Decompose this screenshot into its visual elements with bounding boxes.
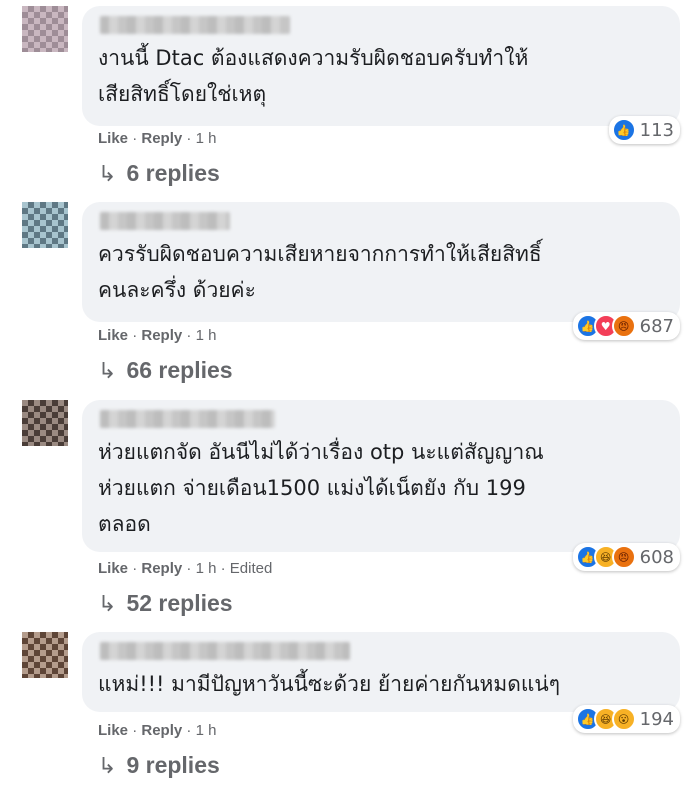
author-name-blurred[interactable] bbox=[100, 410, 275, 428]
timestamp[interactable]: 1 h bbox=[196, 722, 217, 739]
avatar[interactable] bbox=[22, 400, 68, 446]
angry-reaction-icon: 😠 bbox=[611, 545, 636, 569]
comment-text: ควรรับผิดชอบความเสียหายจากการทำให้เสียสิ… bbox=[98, 242, 542, 302]
comment-bubble: แหม่!!! มามีปัญหาวันนี้ซะด้วย ย้ายค่ายกั… bbox=[82, 632, 680, 733]
reply-arrow-icon: ↳ bbox=[98, 161, 117, 186]
timestamp[interactable]: 1 h bbox=[196, 327, 217, 344]
reaction-count: 113 bbox=[639, 119, 674, 141]
angry-reaction-icon: 😠 bbox=[611, 314, 636, 338]
like-link[interactable]: Like bbox=[98, 722, 128, 739]
like-link[interactable]: Like bbox=[98, 327, 128, 344]
wow-reaction-icon: 😮 bbox=[611, 707, 636, 731]
reply-arrow-icon: ↳ bbox=[98, 591, 117, 616]
author-name-blurred[interactable] bbox=[100, 16, 290, 34]
view-replies-link[interactable]: ↳ 52 replies bbox=[98, 590, 233, 617]
reaction-summary[interactable]: 👍 😆 😠 608 bbox=[572, 543, 680, 571]
reaction-summary[interactable]: 👍 ♥ 😠 687 bbox=[572, 312, 680, 340]
view-replies-link[interactable]: ↳ 6 replies bbox=[98, 160, 220, 187]
avatar[interactable] bbox=[22, 632, 68, 678]
comment-bubble: ห่วยแตกจัด อันนีไม่ได้ว่าเรื่อง otp นะแต… bbox=[82, 400, 680, 571]
like-reaction-icon: 👍 bbox=[611, 118, 636, 142]
comment-text: แหม่!!! มามีปัญหาวันนี้ซะด้วย ย้ายค่ายกั… bbox=[98, 672, 561, 696]
comment-bubble: งานนี้ Dtac ต้องแสดงความรับผิดชอบครับทำใ… bbox=[82, 6, 680, 144]
reply-link[interactable]: Reply bbox=[141, 722, 182, 739]
comment-actions: Like · Reply · 1 h bbox=[98, 130, 217, 147]
reply-link[interactable]: Reply bbox=[141, 560, 182, 577]
comment-actions: Like · Reply · 1 h bbox=[98, 327, 217, 344]
reply-arrow-icon: ↳ bbox=[98, 358, 117, 383]
reaction-count: 608 bbox=[639, 546, 674, 568]
comment-actions: Like · Reply · 1 h bbox=[98, 722, 217, 739]
reply-link[interactable]: Reply bbox=[141, 130, 182, 147]
reaction-summary[interactable]: 👍 113 bbox=[608, 116, 680, 144]
avatar[interactable] bbox=[22, 202, 68, 248]
comment-text: ห่วยแตกจัด อันนีไม่ได้ว่าเรื่อง otp นะแต… bbox=[98, 440, 544, 536]
like-link[interactable]: Like bbox=[98, 130, 128, 147]
view-replies-link[interactable]: ↳ 9 replies bbox=[98, 752, 220, 779]
author-name-blurred[interactable] bbox=[100, 212, 230, 230]
comment-bubble: ควรรับผิดชอบความเสียหายจากการทำให้เสียสิ… bbox=[82, 202, 680, 340]
reaction-count: 194 bbox=[639, 708, 674, 730]
like-link[interactable]: Like bbox=[98, 560, 128, 577]
reaction-count: 687 bbox=[639, 315, 674, 337]
comment-actions: Like · Reply · 1 h · Edited bbox=[98, 560, 273, 577]
avatar[interactable] bbox=[22, 6, 68, 52]
reply-arrow-icon: ↳ bbox=[98, 753, 117, 778]
author-name-blurred[interactable] bbox=[100, 642, 350, 660]
edited-label[interactable]: Edited bbox=[230, 560, 273, 577]
comment-text: งานนี้ Dtac ต้องแสดงความรับผิดชอบครับทำใ… bbox=[98, 46, 529, 106]
timestamp[interactable]: 1 h bbox=[196, 130, 217, 147]
reaction-summary[interactable]: 👍 😆 😮 194 bbox=[572, 705, 680, 733]
view-replies-link[interactable]: ↳ 66 replies bbox=[98, 357, 233, 384]
timestamp[interactable]: 1 h bbox=[196, 560, 217, 577]
reply-link[interactable]: Reply bbox=[141, 327, 182, 344]
